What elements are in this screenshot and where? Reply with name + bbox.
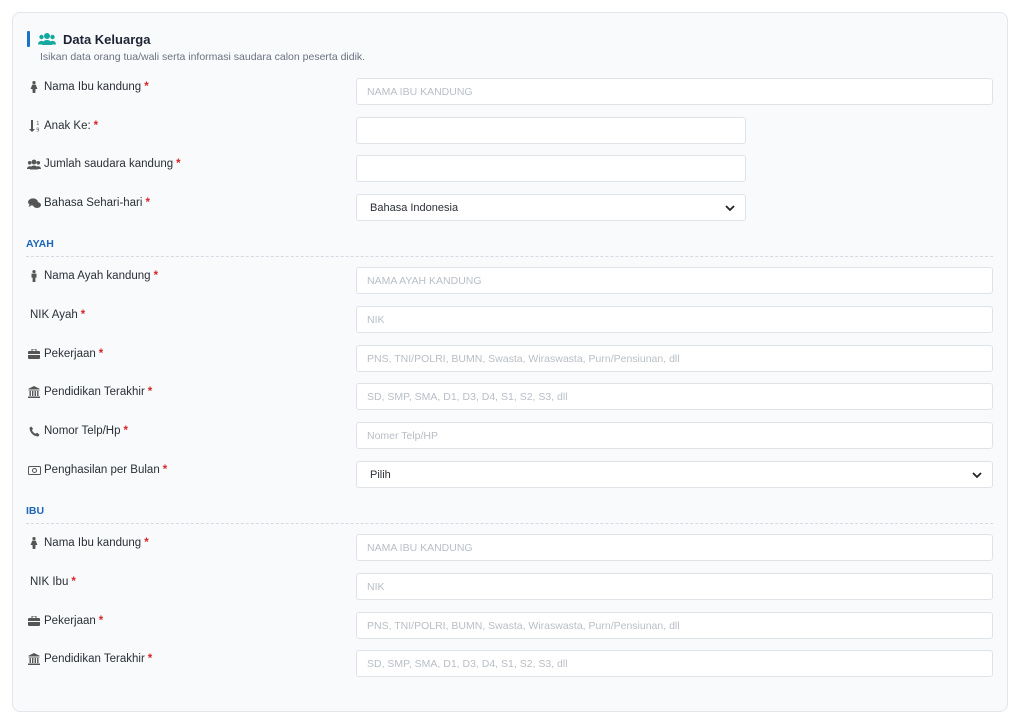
briefcase-icon — [27, 615, 41, 627]
label-penghasilan-ayah: Penghasilan per Bulan * — [27, 462, 167, 478]
nik-ayah-input[interactable]: NIK — [356, 306, 993, 333]
label-nama-ibu: Nama Ibu kandung * — [27, 535, 149, 551]
users-icon — [38, 32, 56, 46]
jumlah-saudara-input[interactable] — [356, 155, 746, 182]
female-icon — [27, 537, 41, 549]
label-jumlah-saudara: Jumlah saudara kandung * — [27, 156, 181, 172]
briefcase-icon — [27, 348, 41, 360]
label-bahasa: Bahasa Sehari-hari * — [27, 195, 150, 211]
chevron-down-icon — [972, 471, 982, 478]
section-divider — [26, 523, 993, 524]
accent-bar — [27, 31, 30, 47]
svg-text:1: 1 — [36, 121, 39, 127]
penghasilan-ayah-select[interactable]: Pilih — [356, 461, 993, 488]
label-nik-ibu: NIK Ibu * — [30, 576, 76, 588]
nama-ayah-input[interactable]: NAMA AYAH KANDUNG — [356, 267, 993, 294]
label-pekerjaan-ayah: Pekerjaan * — [27, 346, 103, 362]
card-title: Data Keluarga — [63, 31, 151, 47]
money-bill-icon — [27, 464, 41, 476]
section-ayah: AYAH — [26, 238, 54, 250]
pekerjaan-ibu-input[interactable]: PNS, TNI/POLRI, BUMN, Swasta, Wiraswasta… — [356, 612, 993, 639]
comments-icon — [27, 197, 41, 209]
section-ibu: IBU — [26, 505, 45, 517]
nama-ibu-input[interactable]: NAMA IBU KANDUNG — [356, 78, 993, 105]
telp-ayah-input[interactable]: Nomer Telp/HP — [356, 422, 993, 449]
label-pendidikan-ayah: Pendidikan Terakhir * — [27, 384, 152, 400]
male-icon — [27, 270, 41, 282]
label-nik-ayah: NIK Ayah * — [30, 309, 86, 321]
nama-ibu-kandung-input[interactable]: NAMA IBU KANDUNG — [356, 534, 993, 561]
university-icon — [27, 653, 41, 665]
data-keluarga-card: Data Keluarga Isikan data orang tua/wali… — [12, 12, 1008, 712]
bahasa-select[interactable]: Bahasa Indonesia — [356, 194, 746, 221]
pendidikan-ayah-input[interactable]: SD, SMP, SMA, D1, D3, D4, S1, S2, S3, dl… — [356, 383, 993, 410]
label-pekerjaan-ibu: Pekerjaan * — [27, 613, 103, 629]
anak-ke-input[interactable] — [356, 117, 746, 144]
pendidikan-ibu-input[interactable]: SD, SMP, SMA, D1, D3, D4, S1, S2, S3, dl… — [356, 650, 993, 677]
label-telp-ayah: Nomor Telp/Hp * — [27, 423, 128, 439]
label-pendidikan-ibu: Pendidikan Terakhir * — [27, 651, 152, 667]
label-nama-ayah: Nama Ayah kandung * — [27, 268, 158, 284]
svg-text:9: 9 — [36, 128, 39, 133]
university-icon — [27, 386, 41, 398]
sort-numeric-icon: 19 — [27, 120, 41, 132]
card-header: Data Keluarga — [27, 30, 150, 48]
users-icon — [27, 158, 41, 170]
chevron-down-icon — [725, 204, 735, 211]
label-nama-ibu-kandung: Nama Ibu kandung * — [27, 79, 149, 95]
label-anak-ke: 19 Anak Ke: * — [27, 118, 98, 134]
pekerjaan-ayah-input[interactable]: PNS, TNI/POLRI, BUMN, Swasta, Wiraswasta… — [356, 345, 993, 372]
nik-ibu-input[interactable]: NIK — [356, 573, 993, 600]
section-divider — [26, 256, 993, 257]
female-icon — [27, 81, 41, 93]
phone-icon — [27, 425, 41, 437]
card-subtitle: Isikan data orang tua/wali serta informa… — [40, 51, 366, 63]
